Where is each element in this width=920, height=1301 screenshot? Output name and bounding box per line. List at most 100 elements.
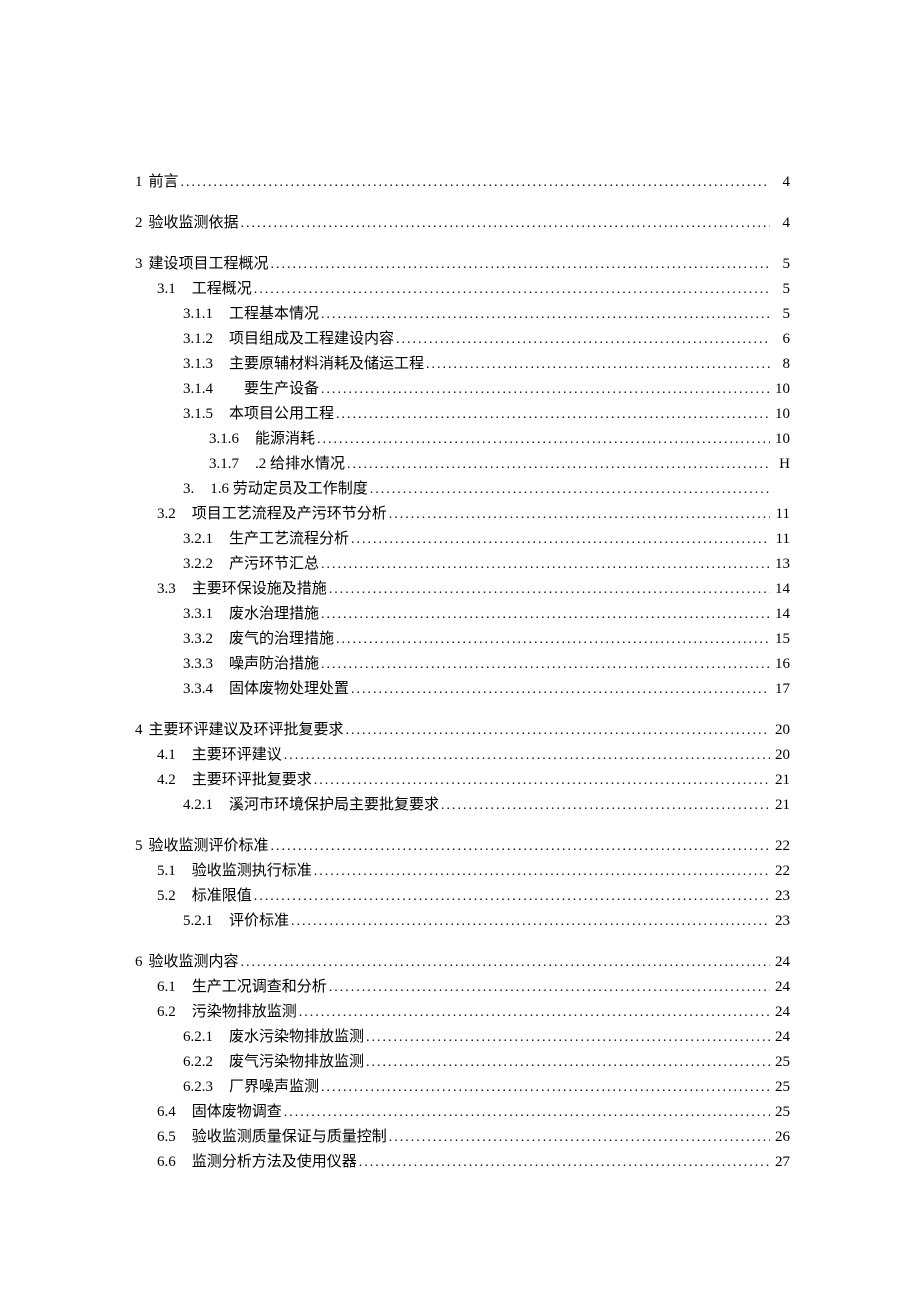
toc-entry: 6验收监测内容24 [135, 955, 790, 970]
toc-entry: 6.1 生产工况调查和分析 24 [135, 980, 790, 995]
toc-leader-dots [321, 658, 770, 672]
toc-entry-page: 24 [772, 980, 790, 995]
toc-entry-number: 6.2.2 [183, 1055, 213, 1070]
toc-leader-dots [389, 1131, 770, 1145]
toc-leader-dots [426, 358, 770, 372]
toc-entry-title: 验收监测内容 [149, 955, 239, 970]
toc-entry-title: 产污环节汇总 [229, 557, 319, 572]
toc-entry-number: 3.3.4 [183, 682, 213, 697]
toc-entry-page: 14 [772, 607, 790, 622]
toc-entry-number: 3.1.7 [209, 457, 239, 472]
toc-entry-title: 主要环评建议 [192, 748, 282, 763]
toc-entry-number: 5 [135, 839, 143, 854]
toc-leader-dots [329, 981, 770, 995]
toc-entry-number: 6.2.1 [183, 1030, 213, 1045]
toc-entry-title: 建设项目工程概况 [149, 257, 269, 272]
toc-leader-dots [241, 217, 770, 231]
toc-entry-page: 24 [772, 955, 790, 970]
toc-entry-page: 6 [772, 332, 790, 347]
toc-entry-number: 3 [135, 257, 143, 272]
toc-leader-dots [284, 1106, 770, 1120]
toc-entry-number: 3.3.1 [183, 607, 213, 622]
toc-entry-title: 主要环保设施及措施 [192, 582, 327, 597]
toc-entry-number: 4.1 [157, 748, 176, 763]
toc-entry: 3.2项目工艺流程及产污环节分析11 [135, 507, 790, 522]
toc-entry-page: 17 [772, 682, 790, 697]
toc-entry-page: 4 [772, 175, 790, 190]
toc-entry-page: 16 [772, 657, 790, 672]
toc-entry: 6.2污染物排放监测24 [135, 1005, 790, 1020]
toc-leader-dots [351, 683, 770, 697]
toc-entry-page: 25 [772, 1080, 790, 1095]
toc-entry-number: 3.1.1 [183, 307, 213, 322]
toc-entry-number: 3.2.1 [183, 532, 213, 547]
toc-entry-number: 3.1.5 [183, 407, 213, 422]
toc-entry: 3.1工程概况5 [135, 282, 790, 297]
toc-entry: 3.1.5本项目公用工程10 [135, 407, 790, 422]
toc-entry-page: 21 [772, 773, 790, 788]
toc-entry: 6.2.1废水污染物排放监测24 [135, 1030, 790, 1045]
toc-leader-dots [254, 283, 770, 297]
toc-entry-number: 3. [183, 482, 194, 497]
toc-entry: 4.1主要环评建议20 [135, 748, 790, 763]
toc-entry-page: 20 [772, 723, 790, 738]
toc-entry-page: 22 [772, 864, 790, 879]
toc-entry-page: 5 [772, 257, 790, 272]
toc-entry: 3.2.2产污环节汇总13 [135, 557, 790, 572]
toc-entry-title: 生产工况调查和分析 [192, 980, 327, 995]
toc-entry-title: 废气污染物排放监测 [229, 1055, 364, 1070]
toc-entry: 6.4固体废物调查25 [135, 1105, 790, 1120]
toc-entry: 3.3.3噪声防治措施16 [135, 657, 790, 672]
toc-entry-number: 6.1 [157, 980, 176, 995]
toc-entry-page: 11 [772, 532, 790, 547]
toc-entry-number: 6.6 [157, 1155, 176, 1170]
toc-entry-page: 23 [772, 889, 790, 904]
toc-entry-number: 1 [135, 175, 143, 190]
toc-entry-title: 要生产设备 [229, 382, 319, 397]
toc-entry-number: 5.1 [157, 864, 176, 879]
toc-entry-page: 13 [772, 557, 790, 572]
toc-entry-number: 3.2 [157, 507, 176, 522]
toc-entry-number: 3.1.3 [183, 357, 213, 372]
toc-leader-dots [321, 608, 770, 622]
toc-entry-number: 3.1.6 [209, 432, 239, 447]
toc-entry-page: 24 [772, 1005, 790, 1020]
toc-entry: 3.1.1 工程基本情况 5 [135, 307, 790, 322]
toc-entry: 5验收监测评价标准22 [135, 839, 790, 854]
toc-entry-title: 污染物排放监测 [192, 1005, 297, 1020]
toc-entry-page: 4 [772, 216, 790, 231]
toc-entry-title: 固体废物调查 [192, 1105, 282, 1120]
toc-entry-title: 验收监测评价标准 [149, 839, 269, 854]
toc-leader-dots [346, 724, 770, 738]
toc-leader-dots [181, 176, 770, 190]
toc-leader-dots [321, 383, 770, 397]
toc-entry-page: 8 [772, 357, 790, 372]
toc-entry-title: 工程基本情况 [229, 307, 319, 322]
toc-entry-number: 3.1.4 [183, 382, 213, 397]
toc-entry-number: 4 [135, 723, 143, 738]
toc-leader-dots [284, 749, 770, 763]
toc-entry-title: 本项目公用工程 [229, 407, 334, 422]
toc-entry-page: H [772, 457, 790, 472]
toc-entry-number: 2 [135, 216, 143, 231]
toc-entry-page: 24 [772, 1030, 790, 1045]
toc-entry: 5.2标准限值23 [135, 889, 790, 904]
toc-entry: 6.5验收监测质量保证与质量控制26 [135, 1130, 790, 1145]
toc-entry: 3.1.7.2 给排水情况H [135, 457, 790, 472]
toc-entry-title: 验收监测依据 [149, 216, 239, 231]
toc-entry-page: 26 [772, 1130, 790, 1145]
toc-entry-page: 5 [772, 307, 790, 322]
toc-leader-dots [271, 258, 770, 272]
toc-entry-title: 固体废物处理处置 [229, 682, 349, 697]
toc-leader-dots [314, 865, 770, 879]
toc-entry-page: 10 [772, 432, 790, 447]
toc-entry-title: 1.6 劳动定员及工作制度 [210, 482, 368, 497]
toc-entry: 3.1.4 要生产设备10 [135, 382, 790, 397]
toc-leader-dots [317, 433, 770, 447]
toc-entry-number: 3.1 [157, 282, 176, 297]
toc-entry: 3.2.1生产工艺流程分析11 [135, 532, 790, 547]
toc-entry-number: 5.2.1 [183, 914, 213, 929]
toc-entry-number: 3.1.2 [183, 332, 213, 347]
toc-entry-title: 噪声防治措施 [229, 657, 319, 672]
toc-entry-number: 3.3 [157, 582, 176, 597]
